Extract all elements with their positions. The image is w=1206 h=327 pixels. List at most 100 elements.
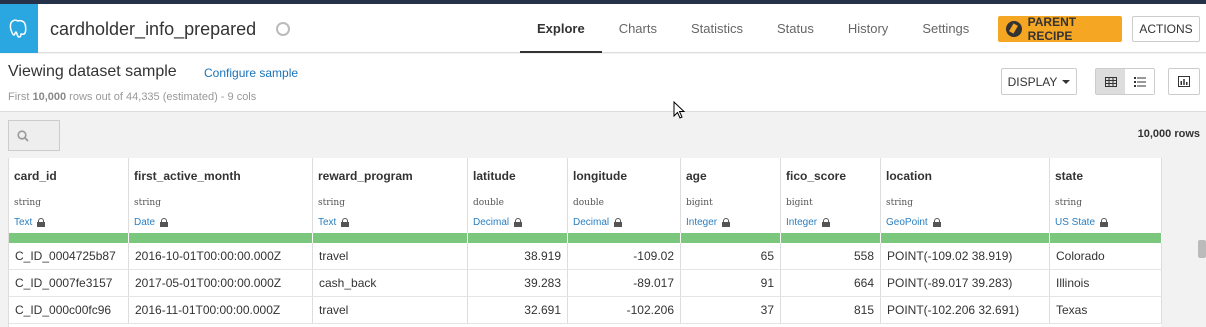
cell-card-id[interactable]: C_ID_0004725b87 [9,243,129,269]
column-header[interactable]: latitude double Decimal [468,158,568,233]
cell-state[interactable]: Illinois [1050,270,1162,296]
lock-icon [822,218,831,227]
column-meaning[interactable]: Text [14,217,46,228]
cell-latitude[interactable]: 39.283 [468,270,568,296]
cell-first-active-month[interactable]: 2016-11-01T00:00:00.000Z [129,297,313,323]
cell-first-active-month[interactable]: 2016-10-01T00:00:00.000Z [129,243,313,269]
column-storage-type: string [14,198,41,208]
quality-cell[interactable] [1050,233,1162,243]
lock-icon [341,218,350,227]
configure-sample-link[interactable]: Configure sample [204,66,298,80]
cell-age[interactable]: 37 [681,297,781,323]
filter-bar: 10,000 rows [0,113,1206,158]
column-meaning[interactable]: Integer [786,217,831,228]
cell-first-active-month[interactable]: 2017-05-01T00:00:00.000Z [129,270,313,296]
lock-icon [1100,218,1109,227]
search-input[interactable] [8,120,60,151]
rows-info: First 10,000 rows out of 44,335 (estimat… [8,91,256,103]
postgres-elephant-icon[interactable] [0,4,38,53]
tab-status[interactable]: Status [760,4,831,53]
quality-cell[interactable] [568,233,681,243]
table-view-button[interactable] [1096,69,1125,94]
list-view-button[interactable] [1125,69,1154,94]
cell-reward-program[interactable]: cash_back [313,270,468,296]
cell-fico-score[interactable]: 815 [781,297,881,323]
meaning-label: Text [14,217,33,228]
quality-cell[interactable] [681,233,781,243]
cell-reward-program[interactable]: travel [313,297,468,323]
cell-card-id[interactable]: C_ID_000c00fc96 [9,297,129,323]
vertical-scrollbar[interactable] [1198,240,1206,258]
column-meaning[interactable]: Text [318,217,350,228]
view-toggle-group [1095,68,1155,95]
quality-cell[interactable] [129,233,313,243]
bar-chart-icon [1178,76,1190,87]
column-header[interactable]: location string GeoPoint [881,158,1050,233]
column-meaning[interactable]: Date [134,217,169,228]
quality-cell[interactable] [9,233,129,243]
column-meaning[interactable]: GeoPoint [886,217,941,228]
parent-recipe-button[interactable]: PARENT RECIPE [998,15,1122,43]
quality-cell[interactable] [881,233,1050,243]
data-quality-bar [9,233,1162,243]
column-header[interactable]: first_active_month string Date [129,158,313,233]
tab-explore[interactable]: Explore [520,4,602,53]
column-storage-type: string [134,198,161,208]
tab-statistics[interactable]: Statistics [674,4,760,53]
list-icon [1133,76,1146,87]
tab-charts[interactable]: Charts [602,4,674,53]
data-table: card_id string Text first_active_month s… [8,158,1162,327]
quality-cell[interactable] [781,233,881,243]
tab-settings[interactable]: Settings [905,4,986,53]
cell-longitude[interactable]: -89.017 [568,270,681,296]
cell-location[interactable]: POINT(-102.206 32.691) [881,297,1050,323]
column-header[interactable]: reward_program string Text [313,158,468,233]
cell-state[interactable]: Texas [1050,297,1162,323]
column-header[interactable]: age bigint Integer [681,158,781,233]
cell-fico-score[interactable]: 558 [781,243,881,269]
column-meaning[interactable]: Decimal [473,217,523,228]
subheader: Viewing dataset sample Configure sample … [0,54,1206,112]
column-meaning[interactable]: US State [1055,217,1109,228]
actions-button[interactable]: ACTIONS [1132,16,1200,42]
cell-longitude[interactable]: -102.206 [568,297,681,323]
cell-reward-program[interactable]: travel [313,243,468,269]
tab-history[interactable]: History [831,4,905,53]
cell-location[interactable]: POINT(-109.02 38.919) [881,243,1050,269]
column-header[interactable]: longitude double Decimal [568,158,681,233]
quality-cell[interactable] [313,233,468,243]
cell-fico-score[interactable]: 664 [781,270,881,296]
table-row[interactable]: C_ID_0004725b87 2016-10-01T00:00:00.000Z… [9,243,1162,270]
meaning-label: Decimal [573,217,610,228]
column-name: latitude [473,169,516,183]
cell-state[interactable]: Colorado [1050,243,1162,269]
column-header[interactable]: fico_score bigint Integer [781,158,881,233]
column-meaning[interactable]: Decimal [573,217,623,228]
quality-cell[interactable] [468,233,568,243]
column-name: first_active_month [134,169,241,183]
table-grid-icon [1104,76,1117,87]
meaning-label: GeoPoint [886,217,928,228]
recipe-icon [1006,21,1022,37]
column-meaning[interactable]: Integer [686,217,731,228]
page-title: Viewing dataset sample [8,63,177,80]
mouse-cursor-icon [673,101,686,119]
column-header[interactable]: card_id string Text [9,158,129,233]
cell-age[interactable]: 65 [681,243,781,269]
charts-toggle-button[interactable] [1168,68,1200,95]
table-row[interactable]: C_ID_0007fe3157 2017-05-01T00:00:00.000Z… [9,270,1162,297]
rows-prefix: First [8,91,33,103]
cell-longitude[interactable]: -109.02 [568,243,681,269]
column-name: reward_program [318,169,413,183]
cell-age[interactable]: 91 [681,270,781,296]
circle-settings-icon[interactable] [276,22,290,36]
cell-location[interactable]: POINT(-89.017 39.283) [881,270,1050,296]
display-dropdown[interactable]: DISPLAY [1001,68,1077,95]
meaning-label: Decimal [473,217,510,228]
cell-latitude[interactable]: 38.919 [468,243,568,269]
cell-latitude[interactable]: 32.691 [468,297,568,323]
table-header: card_id string Text first_active_month s… [9,158,1162,233]
cell-card-id[interactable]: C_ID_0007fe3157 [9,270,129,296]
column-header[interactable]: state string US State [1050,158,1162,233]
table-row[interactable]: C_ID_000c00fc96 2016-11-01T00:00:00.000Z… [9,297,1162,324]
